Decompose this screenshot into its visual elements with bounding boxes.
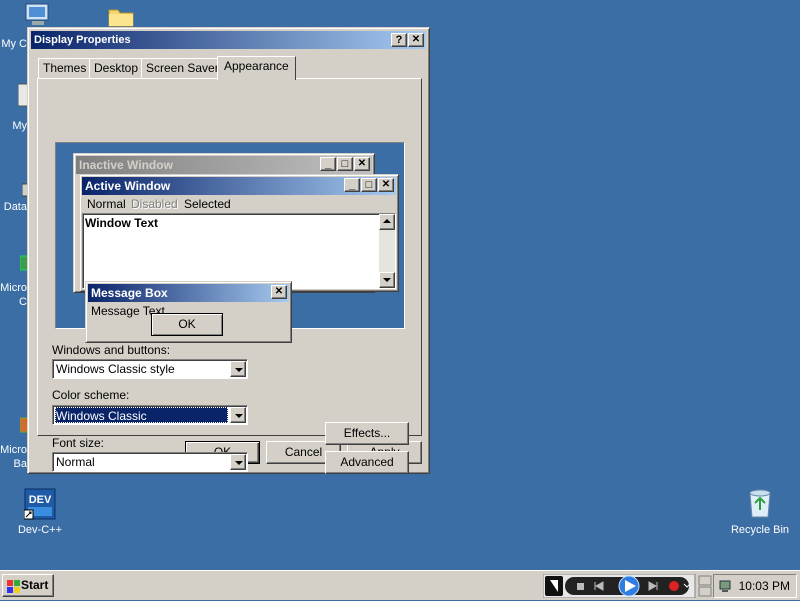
- recycle-bin-label: Recycle Bin: [730, 524, 790, 536]
- recycle-bin-icon[interactable]: [745, 487, 775, 519]
- font-size-select[interactable]: Normal: [52, 452, 248, 472]
- start-button[interactable]: Start: [2, 574, 54, 597]
- clock[interactable]: 10:03 PM: [739, 579, 790, 593]
- dropdown-arrow-icon[interactable]: [230, 361, 246, 377]
- desktop-icon-label: Micro: [0, 282, 27, 294]
- color-scheme-select[interactable]: Windows Classic: [52, 405, 248, 425]
- minimize-icon: _: [320, 157, 336, 171]
- help-button[interactable]: ?: [391, 33, 407, 47]
- close-icon: ✕: [378, 178, 394, 192]
- appearance-preview: Inactive Window _ □ ✕ Active Window _ □ …: [55, 142, 405, 343]
- my-computer-icon[interactable]: [22, 2, 54, 28]
- color-scheme-value: Windows Classic: [55, 407, 228, 423]
- desktop-icon-label: Micro: [0, 444, 27, 456]
- preview-ok-button: OK: [151, 313, 223, 336]
- message-box-title: Message Box: [88, 284, 289, 302]
- maximize-icon: □: [337, 157, 353, 171]
- dev-cpp-badge: DEV: [29, 494, 52, 506]
- scroll-up-icon: [379, 214, 395, 230]
- effects-button[interactable]: Effects...: [325, 422, 409, 445]
- preview-active-window: Active Window _ □ ✕ Normal Disabled Sele…: [79, 174, 399, 292]
- dev-cpp-icon[interactable]: DEV: [23, 488, 56, 520]
- dialog-title: Display Properties: [34, 34, 131, 46]
- close-button[interactable]: ✕: [408, 33, 424, 47]
- maximize-icon: □: [361, 178, 377, 192]
- desktop-icon-label: Data: [3, 201, 27, 213]
- preview-scrollbar: [379, 214, 395, 288]
- system-tray: 10:03 PM: [713, 574, 797, 598]
- windows-and-buttons-select[interactable]: Windows Classic style: [52, 359, 248, 379]
- close-icon: ✕: [271, 285, 287, 299]
- font-size-label: Font size:: [52, 436, 105, 450]
- color-scheme-label: Color scheme:: [52, 388, 130, 402]
- preview-window-client: Window Text: [82, 213, 396, 289]
- tab-themes[interactable]: Themes: [38, 58, 92, 78]
- appearance-panel: Inactive Window _ □ ✕ Active Window _ □ …: [37, 78, 422, 474]
- font-size-value: Normal: [56, 455, 95, 469]
- preview-message-box: Message Box ✕ Message Text OK: [85, 281, 292, 343]
- menu-normal: Normal: [87, 197, 126, 211]
- tab-screen-saver[interactable]: Screen Saver: [141, 58, 224, 78]
- start-label: Start: [21, 578, 49, 592]
- advanced-button[interactable]: Advanced: [325, 451, 409, 474]
- dialog-titlebar[interactable]: Display Properties ? ✕: [31, 31, 426, 49]
- display-properties-dialog: Display Properties ? ✕ Themes Desktop Sc…: [27, 27, 430, 474]
- dev-cpp-label: Dev-C++: [17, 524, 63, 536]
- tab-desktop[interactable]: Desktop: [89, 58, 144, 78]
- desktop-icon-label: My C: [1, 38, 27, 50]
- taskbar: Start 10:03 PM: [0, 570, 800, 600]
- media-player-toolbar[interactable]: [542, 573, 713, 599]
- menu-disabled: Disabled: [131, 197, 178, 211]
- desktop-icon-label: My: [12, 120, 27, 132]
- windows-logo-icon: [7, 579, 21, 593]
- menu-selected: Selected: [184, 197, 231, 211]
- scroll-down-icon: [379, 272, 395, 288]
- minimize-icon: _: [344, 178, 360, 192]
- windows-and-buttons-value: Windows Classic style: [56, 362, 175, 376]
- folder-icon[interactable]: [107, 4, 135, 28]
- windows-and-buttons-label: Windows and buttons:: [52, 343, 171, 357]
- window-text: Window Text: [85, 216, 158, 230]
- tab-appearance[interactable]: Appearance: [217, 56, 296, 80]
- dropdown-arrow-icon[interactable]: [230, 454, 246, 470]
- dropdown-arrow-icon[interactable]: [230, 407, 246, 423]
- close-icon: ✕: [354, 157, 370, 171]
- preview-menu-bar: Normal Disabled Selected: [82, 196, 396, 212]
- network-icon[interactable]: [719, 578, 733, 594]
